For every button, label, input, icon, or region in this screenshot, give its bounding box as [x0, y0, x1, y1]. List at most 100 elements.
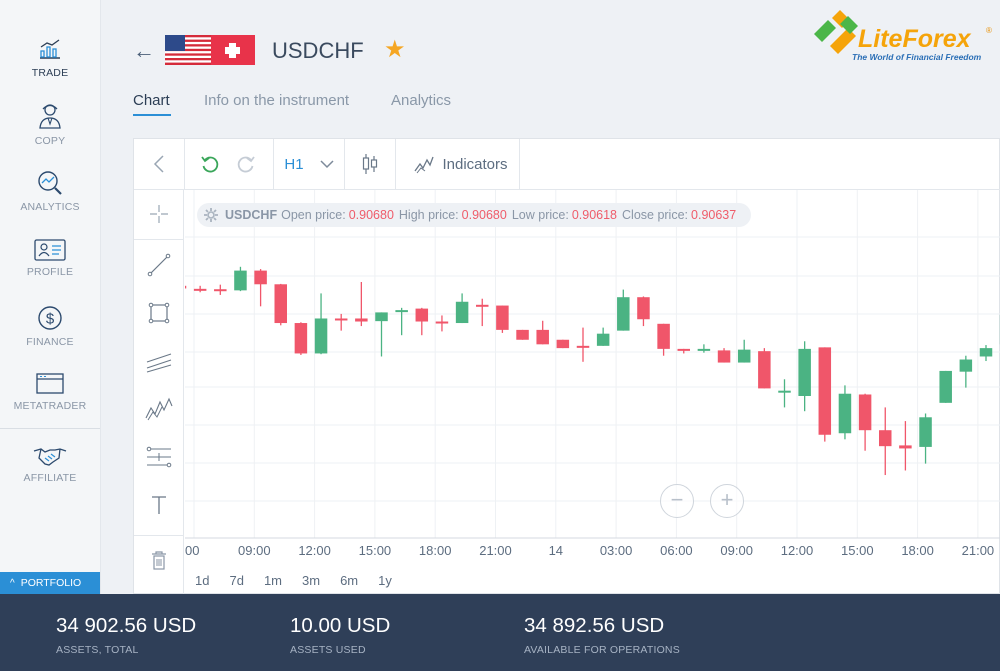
candle: [496, 305, 509, 333]
back-arrow-icon[interactable]: ←: [133, 38, 155, 64]
sidebar-item-analytics[interactable]: ANALYTICS: [0, 170, 100, 213]
chart-toolbar: H1 Indicators: [134, 139, 1000, 190]
toolbar-separator: [519, 139, 520, 189]
chart-plot-area[interactable]: 00 09:00 12:00 15:00 18:00 21:00 14 03:00 06:00 0…: [185, 190, 1000, 595]
candle: [939, 370, 952, 403]
logo-text-lite: Lite: [858, 25, 903, 53]
collapse-left-button[interactable]: [134, 139, 184, 189]
toolbar-separator: [395, 139, 396, 189]
channel-tool[interactable]: [134, 343, 184, 379]
candle: [193, 285, 207, 293]
sidebar-item-copy[interactable]: COPY: [0, 102, 100, 147]
range-1d-button[interactable]: 1d: [195, 573, 209, 588]
open-price-value: 0.90680: [348, 208, 394, 222]
candle-body: [234, 270, 247, 291]
chart-type-button[interactable]: [345, 139, 395, 189]
favorite-star-icon[interactable]: ★: [384, 35, 406, 64]
tab-chart[interactable]: Chart: [133, 92, 170, 109]
rectangle-tool[interactable]: [134, 295, 184, 331]
sidebar-item-profile[interactable]: PROFILE: [0, 239, 100, 278]
indicators-button[interactable]: Indicators: [406, 139, 516, 189]
candle-body: [185, 285, 187, 289]
candles: [185, 266, 1000, 476]
pattern-tool[interactable]: [134, 391, 184, 427]
delete-drawings-button[interactable]: [134, 542, 184, 578]
indicators-icon: [414, 156, 435, 174]
swiss-flag-icon: [211, 35, 255, 65]
time-tick-label: 18:00: [901, 543, 934, 558]
portfolio-toggle[interactable]: ^ PORTFOLIO: [0, 572, 100, 594]
available-label: AVAILABLE FOR OPERATIONS: [524, 644, 680, 656]
chart-grid: [185, 190, 1000, 539]
candle-body: [697, 348, 711, 351]
zoom-in-button[interactable]: +: [710, 484, 744, 518]
assets-used-label: ASSETS USED: [290, 644, 366, 656]
range-buttons: 1d 7d 1m 3m 6m 1y: [195, 573, 412, 588]
trash-icon: [152, 551, 166, 570]
close-price-value: 0.90637: [691, 208, 737, 222]
crosshair-tool[interactable]: [134, 196, 184, 232]
sidebar-item-finance[interactable]: $ FINANCE: [0, 305, 100, 348]
candle-body: [556, 339, 570, 349]
range-7d-button[interactable]: 7d: [229, 573, 243, 588]
tab-info-on-instrument[interactable]: Info on the instrument: [204, 92, 349, 109]
timeframe-value: H1: [284, 155, 304, 173]
available-value: 34 892.56 USD: [524, 614, 665, 637]
candle: [717, 348, 731, 363]
candle: [254, 269, 267, 307]
candle: [979, 345, 993, 362]
tab-analytics[interactable]: Analytics: [391, 92, 451, 109]
sidebar-item-metatrader[interactable]: METATRADER: [0, 373, 100, 412]
timeframe-select[interactable]: H1: [274, 139, 344, 189]
id-card-icon: [34, 239, 66, 261]
fibonacci-tool[interactable]: [134, 439, 184, 475]
candle: [879, 407, 892, 476]
range-6m-button[interactable]: 6m: [340, 573, 358, 588]
fibonacci-icon: [146, 446, 172, 468]
candle-body: [496, 305, 509, 330]
candle-body: [919, 417, 932, 447]
crosshair-icon: [150, 205, 168, 223]
candle-body: [193, 288, 207, 291]
time-tick-label: 15:00: [841, 543, 874, 558]
dollar-coin-icon: $: [38, 306, 62, 330]
sidebar: TRADE COPY ANALYTICS PROFILE $ FINANCE M…: [0, 0, 101, 594]
sidebar-item-trade[interactable]: TRADE: [0, 38, 100, 79]
range-1m-button[interactable]: 1m: [264, 573, 282, 588]
time-tick-label: 09:00: [238, 543, 271, 558]
undo-button[interactable]: [196, 139, 224, 189]
candle-body: [415, 308, 429, 322]
range-1y-button[interactable]: 1y: [378, 573, 392, 588]
candle: [185, 285, 187, 289]
candle: [858, 393, 872, 451]
sidebar-item-label: METATRADER: [13, 400, 87, 412]
tool-separator: [134, 535, 184, 536]
close-price-label: Close price:: [622, 208, 689, 222]
range-3m-button[interactable]: 3m: [302, 573, 320, 588]
time-tick-label: 21:00: [479, 543, 512, 558]
candle-body: [657, 323, 670, 349]
trendline-icon: [147, 253, 171, 277]
symbol-title: USDCHF: [272, 38, 364, 63]
candle: [395, 307, 408, 336]
candle: [415, 307, 429, 336]
candle: [677, 348, 690, 354]
account-summary-bar: 34 902.56 USD ASSETS, TOTAL 10.00 USD AS…: [0, 594, 1000, 671]
candle-body: [375, 312, 388, 322]
sidebar-item-affiliate[interactable]: AFFILIATE: [0, 445, 100, 484]
candle: [516, 329, 529, 340]
candle-body: [254, 270, 267, 285]
portfolio-label: PORTFOLIO: [20, 577, 82, 589]
candle-body: [737, 349, 751, 363]
time-tick-label: 14: [549, 543, 563, 558]
zoom-out-button[interactable]: −: [660, 484, 694, 518]
candle-body: [879, 430, 892, 447]
redo-button[interactable]: [232, 139, 260, 189]
trendline-tool[interactable]: [134, 247, 184, 283]
candle: [294, 322, 308, 355]
text-tool[interactable]: [134, 487, 184, 523]
candle: [697, 344, 711, 353]
candle: [737, 339, 751, 363]
candle-body: [395, 310, 408, 313]
settings-gear-icon[interactable]: [203, 207, 219, 223]
